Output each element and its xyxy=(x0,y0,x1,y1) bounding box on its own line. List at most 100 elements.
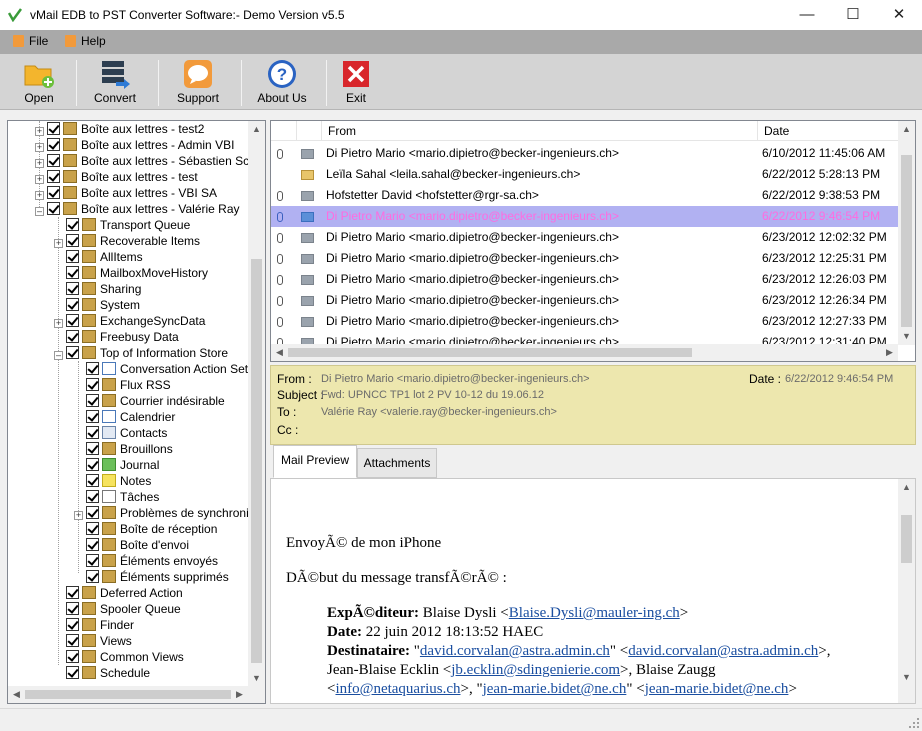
expand-icon[interactable]: + xyxy=(35,191,44,200)
tree-item[interactable]: Schedule xyxy=(54,665,150,681)
message-row[interactable]: Leïla Sahal <leila.sahal@becker-ingenieu… xyxy=(271,164,898,185)
message-row[interactable]: Di Pietro Mario <mario.dipietro@becker-i… xyxy=(271,311,898,332)
tree-item[interactable]: Freebusy Data xyxy=(54,329,179,345)
exit-button[interactable]: Exit xyxy=(332,54,380,110)
tree-checkbox[interactable] xyxy=(47,170,60,183)
tree-item[interactable]: Boîte d'envoi xyxy=(74,537,189,553)
message-row[interactable]: Di Pietro Mario <mario.dipietro@becker-i… xyxy=(271,269,898,290)
message-row[interactable]: Hofstetter David <hofstetter@rgr-sa.ch> 6… xyxy=(271,185,898,206)
scroll-right-icon[interactable]: ▶ xyxy=(231,686,248,703)
tree-checkbox[interactable] xyxy=(66,314,79,327)
scroll-down-icon[interactable]: ▼ xyxy=(248,670,265,687)
convert-button[interactable]: Convert xyxy=(82,54,148,110)
tree-item[interactable]: – Top of Information Store xyxy=(54,345,228,361)
scroll-thumb[interactable] xyxy=(25,690,231,699)
tree-checkbox[interactable] xyxy=(86,442,99,455)
tree-item[interactable]: Finder xyxy=(54,617,134,633)
support-button[interactable]: Support xyxy=(164,54,232,110)
tree-checkbox[interactable] xyxy=(86,490,99,503)
tree-item[interactable]: Notes xyxy=(74,473,151,489)
expand-icon[interactable]: + xyxy=(54,239,63,248)
scroll-right-icon[interactable]: ▶ xyxy=(881,344,898,361)
tree-checkbox[interactable] xyxy=(86,458,99,471)
tree-checkbox[interactable] xyxy=(86,378,99,391)
tree-item[interactable]: Contacts xyxy=(74,425,167,441)
tree-horizontal-scrollbar[interactable]: ◀ ▶ xyxy=(8,686,265,703)
tree-checkbox[interactable] xyxy=(66,266,79,279)
tree-vertical-scrollbar[interactable]: ▲ ▼ xyxy=(248,121,265,687)
recipient-email-link[interactable]: info@netaquarius.ch xyxy=(335,681,460,697)
message-list-vertical-scrollbar[interactable]: ▲ ▼ xyxy=(898,121,915,345)
tree-checkbox[interactable] xyxy=(86,522,99,535)
tree-item[interactable]: + ExchangeSyncData xyxy=(54,313,205,329)
mail-preview[interactable]: EnvoyÃ© de mon iPhone DÃ©but du message … xyxy=(270,478,916,704)
expand-icon[interactable]: + xyxy=(35,143,44,152)
tree-checkbox[interactable] xyxy=(47,138,60,151)
tree-checkbox[interactable] xyxy=(66,298,79,311)
menu-file[interactable]: File xyxy=(13,34,48,48)
tree-item[interactable]: + Boîte aux lettres - Admin VBI xyxy=(35,137,234,153)
recipient-email-link[interactable]: david.corvalan@astra.admin.ch xyxy=(628,643,818,659)
message-row[interactable]: Di Pietro Mario <mario.dipietro@becker-i… xyxy=(271,248,898,269)
close-icon[interactable]: ✕ xyxy=(876,0,922,30)
tree-item[interactable]: MailboxMoveHistory xyxy=(54,265,208,281)
recipient-email-link[interactable]: jb.ecklin@sdingenierie.com xyxy=(451,662,620,678)
sender-email-link[interactable]: Blaise.Dysli@mauler-ing.ch xyxy=(509,605,680,621)
scroll-down-icon[interactable]: ▼ xyxy=(898,669,915,686)
tree-checkbox[interactable] xyxy=(86,538,99,551)
message-row[interactable]: Di Pietro Mario <mario.dipietro@becker-i… xyxy=(271,143,898,164)
tree-checkbox[interactable] xyxy=(86,394,99,407)
tree-item[interactable]: Conversation Action Settings xyxy=(74,361,265,377)
message-row[interactable]: Di Pietro Mario <mario.dipietro@becker-i… xyxy=(271,227,898,248)
scroll-thumb[interactable] xyxy=(288,348,692,357)
message-list-horizontal-scrollbar[interactable]: ◀ ▶ xyxy=(271,344,898,361)
tree-checkbox[interactable] xyxy=(47,202,60,215)
tree-item[interactable]: + Boîte aux lettres - Sébastien Schaer xyxy=(35,153,265,169)
expand-icon[interactable]: + xyxy=(35,159,44,168)
scroll-thumb[interactable] xyxy=(901,155,912,327)
menu-help[interactable]: Help xyxy=(65,34,106,48)
tree-checkbox[interactable] xyxy=(86,362,99,375)
tree-item[interactable]: Courrier indésirable xyxy=(74,393,225,409)
tree-checkbox[interactable] xyxy=(47,186,60,199)
tree-checkbox[interactable] xyxy=(66,618,79,631)
tree-item[interactable]: Brouillons xyxy=(74,441,173,457)
tree-checkbox[interactable] xyxy=(66,218,79,231)
folder-tree[interactable]: + Boîte aux lettres - test2 + Boîte aux le… xyxy=(7,120,266,704)
tree-item[interactable]: Éléments envoyés xyxy=(74,553,218,569)
column-from[interactable]: From xyxy=(328,124,356,138)
tree-item[interactable]: + Boîte aux lettres - test2 xyxy=(35,121,204,137)
recipient-email-link[interactable]: david.corvalan@astra.admin.ch xyxy=(420,643,610,659)
preview-vertical-scrollbar[interactable]: ▲ ▼ xyxy=(898,479,915,703)
tree-checkbox[interactable] xyxy=(66,346,79,359)
scroll-thumb[interactable] xyxy=(251,259,262,663)
scroll-left-icon[interactable]: ◀ xyxy=(8,686,25,703)
tree-item[interactable]: Tâches xyxy=(74,489,159,505)
tree-checkbox[interactable] xyxy=(86,410,99,423)
tree-checkbox[interactable] xyxy=(86,426,99,439)
tree-item[interactable]: Calendrier xyxy=(74,409,175,425)
about-button[interactable]: ? About Us xyxy=(247,54,317,110)
tree-checkbox[interactable] xyxy=(86,474,99,487)
scroll-left-icon[interactable]: ◀ xyxy=(271,344,288,361)
tree-item[interactable]: + Boîte aux lettres - test xyxy=(35,169,198,185)
tree-checkbox[interactable] xyxy=(86,570,99,583)
tree-checkbox[interactable] xyxy=(66,634,79,647)
collapse-icon[interactable]: – xyxy=(54,351,63,360)
tree-checkbox[interactable] xyxy=(86,554,99,567)
tree-checkbox[interactable] xyxy=(47,154,60,167)
tree-item[interactable]: + Boîte aux lettres - VBI SA xyxy=(35,185,217,201)
tree-item[interactable]: AllItems xyxy=(54,249,143,265)
tree-checkbox[interactable] xyxy=(66,250,79,263)
message-list[interactable]: From Date Di Pietro Mario <mario.dipietr… xyxy=(270,120,916,362)
tab-mail-preview[interactable]: Mail Preview xyxy=(273,445,357,478)
recipient-email-link[interactable]: jean-marie.bidet@ne.ch xyxy=(483,681,627,697)
column-date[interactable]: Date xyxy=(764,124,789,138)
tree-item[interactable]: + Recoverable Items xyxy=(54,233,200,249)
expand-icon[interactable]: + xyxy=(74,511,83,520)
expand-icon[interactable]: + xyxy=(35,127,44,136)
scroll-up-icon[interactable]: ▲ xyxy=(898,121,915,138)
tree-item[interactable]: Flux RSS xyxy=(74,377,171,393)
tree-checkbox[interactable] xyxy=(66,650,79,663)
tree-item[interactable]: Spooler Queue xyxy=(54,601,181,617)
